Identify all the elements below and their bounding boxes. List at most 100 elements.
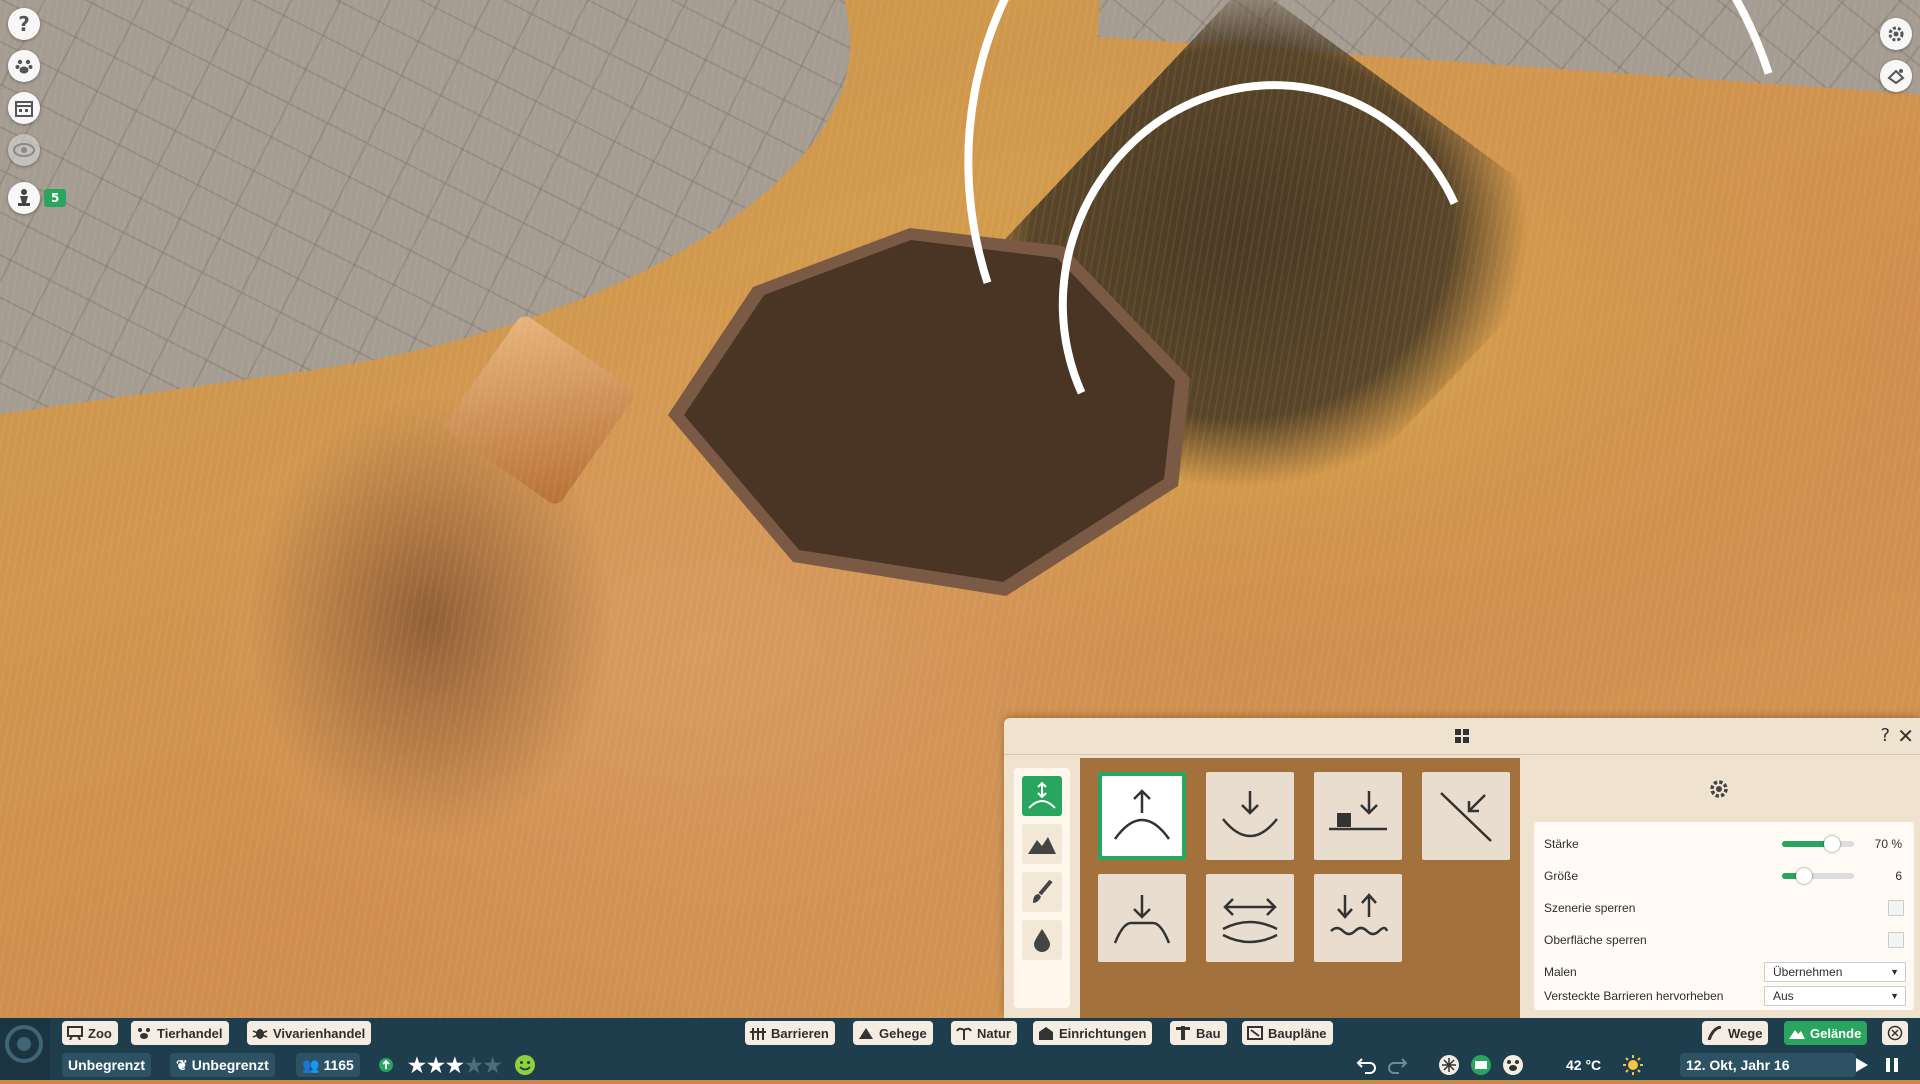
play-speed-icon[interactable] (1854, 1053, 1870, 1077)
size-slider[interactable] (1782, 868, 1854, 884)
lock-surface-label: Oberfläche sperren (1544, 933, 1647, 947)
eye-icon[interactable] (8, 134, 40, 166)
tab-barriers[interactable]: Barrieren (745, 1021, 835, 1045)
star-empty-icon: ★ (464, 1054, 484, 1077)
path-icon (1706, 1025, 1724, 1041)
undo-icon[interactable] (1356, 1053, 1378, 1077)
mountain-icon[interactable] (1022, 824, 1062, 864)
animal-view-icon[interactable] (1502, 1053, 1524, 1077)
redo-icon[interactable] (1386, 1053, 1408, 1077)
tab-paths-label: Wege (1728, 1025, 1763, 1041)
strength-slider[interactable] (1782, 836, 1854, 852)
tab-habitats-label: Gehege (879, 1025, 927, 1041)
lock-surface-checkbox[interactable] (1888, 932, 1904, 948)
globe-icon (1886, 1025, 1904, 1041)
chevron-down-icon: ▼ (1890, 967, 1899, 977)
raise-lower-icon[interactable] (1022, 776, 1062, 816)
grid-icon[interactable] (1455, 729, 1469, 743)
terrain-categories (1014, 768, 1070, 1008)
terrain-tool-panel: ? ✕ Stärke 70 % Größe 6 Szenerie sperren… (1004, 718, 1920, 1018)
view-mode-icon[interactable] (1470, 1053, 1492, 1077)
tab-habitats[interactable]: Gehege (853, 1021, 933, 1045)
tab-facilities-label: Einrichtungen (1059, 1025, 1147, 1041)
tab-zoo[interactable]: Zoo (62, 1021, 118, 1045)
tab-facilities[interactable]: Einrichtungen (1033, 1021, 1153, 1045)
star-empty-icon: ★ (483, 1054, 503, 1077)
zoo-icon (66, 1025, 84, 1041)
panel-close-button[interactable]: ✕ (1897, 724, 1914, 748)
leaf-icon: ❦ (176, 1056, 188, 1073)
sun-icon (1622, 1053, 1644, 1077)
panel-help-button[interactable]: ? (1880, 725, 1890, 746)
left-toolbar: ? 5 (8, 8, 67, 214)
settings-gear-icon[interactable] (1880, 18, 1912, 50)
terrain-icon (1788, 1025, 1806, 1041)
strength-label: Stärke (1544, 837, 1579, 851)
construction-icon (1174, 1025, 1192, 1041)
size-row: Größe 6 (1544, 864, 1914, 888)
right-toolbar (1880, 18, 1912, 102)
highlight-barriers-dropdown[interactable]: Aus ▼ (1764, 986, 1906, 1006)
tab-exhibit-market[interactable]: Vivarienhandel (247, 1021, 372, 1045)
star-filled-icon: ★ (426, 1054, 446, 1077)
tool-properties: Stärke 70 % Größe 6 Szenerie sperren Obe… (1534, 822, 1914, 1010)
happy-face-icon[interactable] (514, 1053, 536, 1077)
tab-nature[interactable]: Natur (951, 1021, 1017, 1045)
habitat-icon (857, 1025, 875, 1041)
tab-terrain-label: Gelände (1810, 1025, 1862, 1041)
lower-under-object-icon[interactable] (1314, 772, 1402, 860)
blueprint-icon (1246, 1025, 1264, 1041)
tab-zoo-label: Zoo (88, 1025, 112, 1041)
paint-row: Malen Übernehmen ▼ (1544, 960, 1914, 984)
slope-icon[interactable] (1422, 772, 1510, 860)
conservation-value: Unbegrenzt (191, 1057, 269, 1073)
build-tabs: Zoo Tierhandel Vivarienhandel Barrieren … (0, 1018, 1920, 1048)
paw-icon (135, 1025, 153, 1041)
strength-row: Stärke 70 % (1544, 832, 1914, 856)
bottom-bar: Zoo Tierhandel Vivarienhandel Barrieren … (0, 1018, 1920, 1080)
zoo-info-button[interactable] (1882, 1021, 1908, 1045)
help-icon[interactable]: ? (8, 8, 40, 40)
terrain-tools-grid (1080, 758, 1520, 1018)
tab-terrain[interactable]: Gelände (1784, 1021, 1868, 1045)
calendar-icon[interactable] (8, 92, 40, 124)
ranking-badge: 5 (44, 189, 67, 207)
paint-dropdown-value: Übernehmen (1773, 965, 1843, 979)
paw-icon[interactable] (8, 50, 40, 82)
tab-blueprints[interactable]: Baupläne (1242, 1021, 1333, 1045)
heat-map-icon[interactable] (1438, 1053, 1460, 1077)
camera-icon[interactable] (1880, 60, 1912, 92)
settings-gear-icon[interactable] (1708, 778, 1730, 800)
tab-animal-market[interactable]: Tierhandel (131, 1021, 229, 1045)
flatten-icon[interactable] (1098, 874, 1186, 962)
lock-scenery-label: Szenerie sperren (1544, 901, 1636, 915)
paint-dropdown[interactable]: Übernehmen ▼ (1764, 962, 1906, 982)
bug-icon (251, 1025, 269, 1041)
tab-exhibit-market-label: Vivarienhandel (273, 1025, 366, 1041)
pause-icon[interactable] (1884, 1053, 1900, 1077)
chess-piece-icon (8, 182, 40, 214)
money-display[interactable]: Unbegrenzt (62, 1053, 151, 1077)
panel-header: ? ✕ (1004, 718, 1920, 755)
guest-count[interactable]: 👥 1165 (296, 1053, 360, 1077)
tab-construction[interactable]: Bau (1170, 1021, 1227, 1045)
lock-scenery-checkbox[interactable] (1888, 900, 1904, 916)
tab-barriers-label: Barrieren (771, 1025, 829, 1041)
paintbrush-icon[interactable] (1022, 872, 1062, 912)
roughen-icon[interactable] (1314, 874, 1402, 962)
water-drop-icon[interactable] (1022, 920, 1062, 960)
guest-trend-up-icon (378, 1053, 394, 1077)
lower-terrain-icon[interactable] (1206, 772, 1294, 860)
zoo-ranking[interactable]: 5 (8, 182, 67, 214)
tab-paths[interactable]: Wege (1702, 1021, 1769, 1045)
raise-terrain-icon[interactable] (1098, 772, 1186, 860)
tab-blueprints-label: Baupläne (1268, 1025, 1327, 1041)
smooth-icon[interactable] (1206, 874, 1294, 962)
chevron-down-icon: ▼ (1890, 991, 1899, 1001)
zoo-rating-stars[interactable]: ★★★★★ (408, 1053, 503, 1077)
lock-surface-row: Oberfläche sperren (1544, 928, 1914, 952)
conservation-credits[interactable]: ❦ Unbegrenzt (170, 1053, 275, 1077)
tool-settings: Stärke 70 % Größe 6 Szenerie sperren Obe… (1522, 758, 1920, 1018)
lock-scenery-row: Szenerie sperren (1544, 896, 1914, 920)
date-display: 12. Okt, Jahr 16 (1680, 1053, 1856, 1077)
